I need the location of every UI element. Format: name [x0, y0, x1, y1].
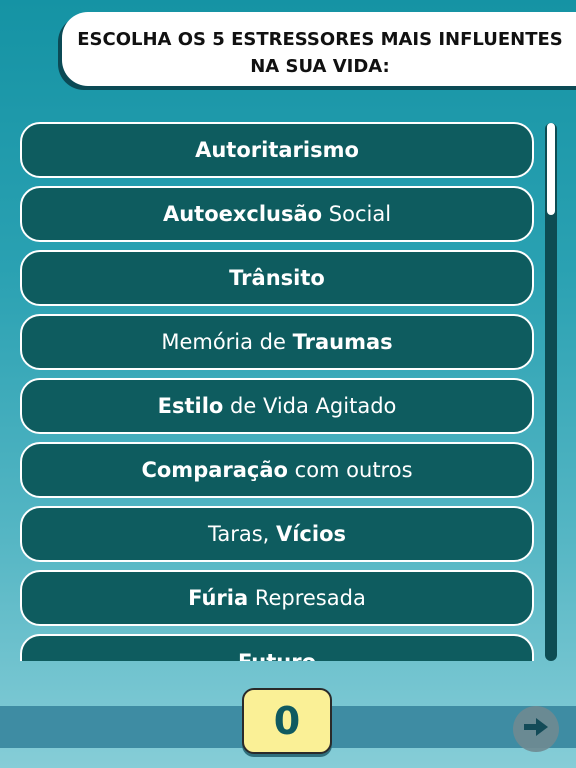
option-transito[interactable]: Trânsito [20, 250, 534, 306]
option-label-bold: Vícios [275, 522, 347, 546]
option-label-regular: Social [322, 202, 392, 226]
option-label-regular: Represada [248, 586, 366, 610]
title-line-2: NA SUA VIDA: [250, 56, 390, 77]
option-label-regular: Memória de [161, 330, 293, 354]
option-label-bold: Traumas [292, 330, 393, 354]
option-label-bold: Estilo [157, 394, 224, 418]
option-comparacao-com-outros[interactable]: Comparação com outros [20, 442, 534, 498]
option-label-bold: Autoexclusão [162, 202, 323, 226]
option-furia-represada[interactable]: Fúria Represada [20, 570, 534, 626]
selection-counter: 0 [242, 688, 332, 754]
title-line-1: ESCOLHA OS 5 ESTRESSORES MAIS INFLUENTES [77, 29, 563, 50]
option-label-bold: Comparação [141, 458, 288, 482]
option-label-bold: Trânsito [229, 266, 325, 290]
option-label-regular: Taras, [207, 522, 276, 546]
option-label-regular: com outros [287, 458, 413, 482]
option-label-bold: Fúria [188, 586, 249, 610]
option-autoritarismo[interactable]: Autoritarismo [20, 122, 534, 178]
arrow-right-icon [521, 716, 551, 742]
scrollbar-thumb[interactable] [547, 123, 555, 215]
option-taras-vicios[interactable]: Taras, Vícios [20, 506, 534, 562]
option-autoexclusao-social[interactable]: Autoexclusão Social [20, 186, 534, 242]
counter-value: 0 [273, 699, 301, 743]
next-button[interactable] [513, 706, 559, 752]
option-label-bold: Autoritarismo [195, 138, 359, 162]
page-title: ESCOLHA OS 5 ESTRESSORES MAIS INFLUENTES… [70, 26, 570, 80]
option-memoria-de-traumas[interactable]: Memória de Traumas [20, 314, 534, 370]
option-estilo-de-vida-agitado[interactable]: Estilo de Vida Agitado [20, 378, 534, 434]
stressor-list[interactable]: Autoritarismo Autoexclusão Social Trânsi… [0, 118, 576, 661]
option-futuro[interactable]: Futuro [20, 634, 534, 661]
option-label-regular: de Vida Agitado [223, 394, 397, 418]
option-label-bold: Futuro [238, 650, 316, 661]
